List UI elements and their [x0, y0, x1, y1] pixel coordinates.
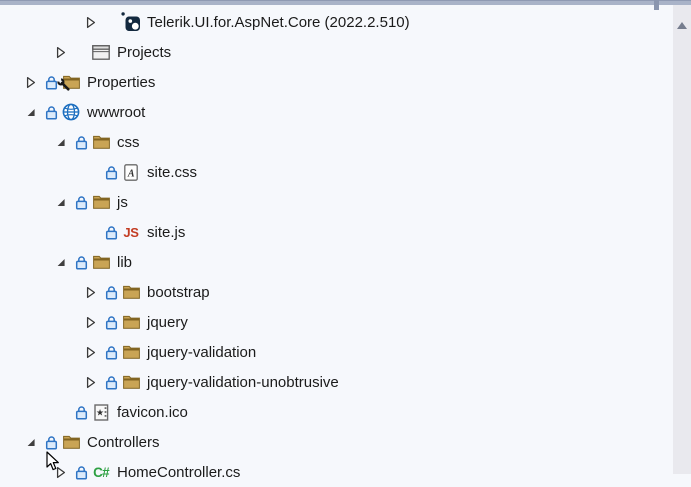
- folder-icon: [121, 345, 141, 359]
- lock-icon: [75, 465, 88, 480]
- lock-icon: [75, 195, 88, 210]
- tree-item-homecontroller-cs[interactable]: C# HomeController.cs: [0, 457, 673, 487]
- svg-text:A: A: [127, 168, 135, 179]
- tree-item-label: js: [117, 194, 128, 211]
- tree-item-css[interactable]: css: [0, 127, 673, 157]
- js-file-icon: JS: [121, 225, 141, 240]
- scrollbar-up-arrow-icon[interactable]: [677, 22, 687, 29]
- tree-item-label: HomeController.cs: [117, 464, 240, 481]
- chevron-collapsed-icon[interactable]: [85, 315, 98, 330]
- tree-item-controllers[interactable]: Controllers: [0, 427, 673, 457]
- tree-item-site-css[interactable]: A site.css: [0, 157, 673, 187]
- folder-icon: [91, 135, 111, 149]
- chevron-collapsed-icon[interactable]: [85, 345, 98, 360]
- tree-item-label: jquery-validation: [147, 344, 256, 361]
- tree-item-js[interactable]: js: [0, 187, 673, 217]
- tree-item-bootstrap[interactable]: bootstrap: [0, 277, 673, 307]
- tree-item-label: Telerik.UI.for.AspNet.Core (2022.2.510): [147, 14, 410, 31]
- chevron-collapsed-icon[interactable]: [85, 375, 98, 390]
- folder-icon: [121, 375, 141, 389]
- lock-icon: [45, 435, 58, 450]
- lock-icon: [105, 315, 118, 330]
- globe-icon: [61, 103, 81, 121]
- lock-icon: [45, 105, 58, 120]
- lock-icon: [105, 165, 118, 180]
- tree-item-jquery-validation[interactable]: jquery-validation: [0, 337, 673, 367]
- chevron-expanded-icon[interactable]: [25, 435, 38, 450]
- solution-tree: Telerik.UI.for.AspNet.Core (2022.2.510) …: [0, 7, 673, 487]
- projects-window-icon: [91, 45, 111, 60]
- tree-item-projects[interactable]: Projects: [0, 37, 673, 67]
- chevron-expanded-icon[interactable]: [55, 135, 68, 150]
- chevron-collapsed-icon[interactable]: [25, 75, 38, 90]
- chevron-expanded-icon[interactable]: [25, 105, 38, 120]
- chevron-collapsed-icon[interactable]: [85, 285, 98, 300]
- lock-icon: [105, 225, 118, 240]
- tree-item-jquery[interactable]: jquery: [0, 307, 673, 337]
- chevron-expanded-icon[interactable]: [55, 195, 68, 210]
- tree-item-label: Projects: [117, 44, 171, 61]
- lock-icon: [105, 285, 118, 300]
- properties-folder-icon: [61, 75, 81, 89]
- css-file-icon: A: [121, 164, 141, 181]
- tree-item-label: jquery: [147, 314, 188, 331]
- lock-icon: [105, 375, 118, 390]
- tree-item-favicon-ico[interactable]: ★ favicon.ico: [0, 397, 673, 427]
- lock-icon: [105, 345, 118, 360]
- tree-item-site-js[interactable]: JS site.js: [0, 217, 673, 247]
- lock-icon: [75, 135, 88, 150]
- folder-icon: [91, 195, 111, 209]
- csharp-file-icon: C#: [91, 465, 111, 480]
- folder-icon: [121, 285, 141, 299]
- tree-item-label: Controllers: [87, 434, 160, 451]
- chevron-expanded-icon[interactable]: [55, 255, 68, 270]
- folder-icon: [121, 315, 141, 329]
- lock-icon: [75, 255, 88, 270]
- tree-item-wwwroot[interactable]: wwwroot: [0, 97, 673, 127]
- lock-icon: [75, 405, 88, 420]
- tree-item-label: site.css: [147, 164, 197, 181]
- tree-item-properties[interactable]: Properties: [0, 67, 673, 97]
- image-file-icon: ★: [91, 404, 111, 421]
- svg-text:★: ★: [95, 408, 103, 418]
- chevron-collapsed-icon[interactable]: [85, 15, 98, 30]
- folder-icon: [91, 255, 111, 269]
- tree-item-label: bootstrap: [147, 284, 210, 301]
- tree-item-label: jquery-validation-unobtrusive: [147, 374, 339, 391]
- tree-item-telerik-ui-for-aspnet-core-2022-2-510[interactable]: Telerik.UI.for.AspNet.Core (2022.2.510): [0, 7, 673, 37]
- tree-item-lib[interactable]: lib: [0, 247, 673, 277]
- tree-item-label: favicon.ico: [117, 404, 188, 421]
- tree-item-label: site.js: [147, 224, 185, 241]
- folder-icon: [61, 435, 81, 449]
- tree-item-label: lib: [117, 254, 132, 271]
- nuget-package-icon: [121, 12, 141, 32]
- chevron-collapsed-icon[interactable]: [55, 465, 68, 480]
- tree-item-label: Properties: [87, 74, 155, 91]
- tree-item-label: css: [117, 134, 140, 151]
- tree-item-jquery-validation-unobtrusive[interactable]: jquery-validation-unobtrusive: [0, 367, 673, 397]
- vertical-scrollbar[interactable]: [673, 5, 691, 474]
- tree-item-label: wwwroot: [87, 104, 145, 121]
- top-splitter-bar: [0, 0, 691, 5]
- chevron-collapsed-icon[interactable]: [55, 45, 68, 60]
